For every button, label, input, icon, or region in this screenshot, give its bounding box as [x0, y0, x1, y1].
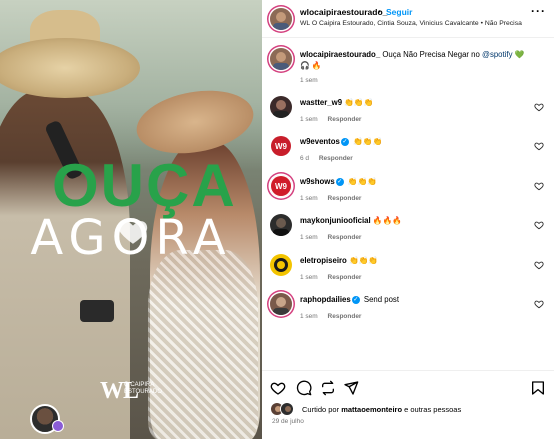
comment-line: w9eventos ✓ 👏👏👏	[300, 137, 382, 146]
wl-logo-subtitle: O CAIPIRA ESTOURADO	[124, 382, 162, 395]
comment-avatar[interactable]	[270, 96, 292, 118]
comment-text: 👏👏👏	[348, 256, 379, 265]
comment-text: 👏👏👏	[347, 177, 377, 186]
caption-mention[interactable]: @spotify	[482, 50, 512, 59]
comment-meta: 1 sem Responder	[300, 313, 369, 320]
comment-item: wastter_w9 👏👏👏 1 sem Responder	[262, 96, 554, 135]
comment-item: W9 w9eventos ✓ 👏👏👏 6 d Responder	[262, 135, 554, 174]
comment-time: 1 sem	[300, 234, 318, 241]
comment-item: raphopdailies ✓ Send post 1 sem Responder	[262, 293, 554, 332]
comment-username[interactable]: wastter_w9	[300, 98, 342, 107]
like-comment-heart-icon[interactable]	[534, 102, 544, 112]
like-comment-heart-icon[interactable]	[534, 220, 544, 230]
like-comment-heart-icon[interactable]	[534, 299, 544, 309]
post-header: wlocaipiraestourado_ • Seguir WL O Caipi…	[262, 0, 554, 38]
author-username[interactable]: wlocaipiraestourado_	[300, 7, 387, 17]
caption-author-avatar[interactable]	[270, 48, 292, 70]
reply-button[interactable]: Responder	[328, 274, 362, 281]
comment-bubble-icon[interactable]	[296, 380, 312, 396]
post-media[interactable]: OUÇA AGORA WL O CAIPIRA ESTOURADO	[0, 0, 262, 439]
caption-username[interactable]: wlocaipiraestourado_	[300, 50, 380, 59]
comment-line: wastter_w9 👏👏👏	[300, 98, 373, 107]
comment-meta: 1 sem Responder	[300, 116, 369, 123]
comment-time: 1 sem	[300, 195, 318, 202]
comment-avatar[interactable]	[270, 293, 292, 315]
comment-text: 👏👏👏	[353, 137, 383, 146]
comment-text: 🔥🔥🔥	[372, 216, 402, 225]
media-dress-pattern	[148, 250, 258, 439]
overlay-title-top: OUÇA	[52, 152, 237, 219]
comment-avatar[interactable]: W9	[270, 175, 292, 197]
verified-badge-icon: ✓	[351, 295, 360, 304]
comment-line: w9shows ✓ 👏👏👏	[300, 177, 377, 186]
comment-avatar[interactable]: W9	[270, 135, 292, 157]
svg-text:W9: W9	[275, 142, 288, 151]
liked-by-text: Curtido por mattaoemonteiro e outras pes…	[302, 405, 461, 414]
comment-meta: 1 sem Responder	[300, 195, 369, 202]
author-avatar[interactable]	[270, 8, 292, 30]
comment-line: maykonjuniooficial 🔥🔥🔥	[300, 216, 402, 225]
verified-badge-icon: ✓	[340, 137, 349, 146]
save-bookmark-icon[interactable]	[530, 380, 546, 396]
comment-meta: 1 sem Responder	[300, 274, 369, 281]
reply-button[interactable]: Responder	[328, 234, 362, 241]
verified-badge-icon: ✓	[335, 177, 344, 186]
comment-item: eletropiseiro 👏👏👏 1 sem Responder	[262, 254, 554, 293]
svg-text:W9: W9	[275, 182, 288, 191]
comment-meta: 1 sem Responder	[300, 234, 369, 241]
comment-line: eletropiseiro 👏👏👏	[300, 256, 378, 265]
comment-avatar[interactable]	[270, 214, 292, 236]
separator-dot: •	[378, 7, 381, 16]
comment-username[interactable]: w9shows	[300, 177, 335, 186]
post-date: 29 de julho	[272, 418, 304, 425]
post-sidebar: wlocaipiraestourado_ • Seguir WL O Caipi…	[262, 0, 554, 439]
reply-button[interactable]: Responder	[319, 155, 353, 162]
comment-time: 1 sem	[300, 313, 318, 320]
like-comment-heart-icon[interactable]	[534, 260, 544, 270]
liked-by-suffix[interactable]: e outras pessoas	[402, 405, 461, 414]
comment-username[interactable]: eletropiseiro	[300, 256, 347, 265]
like-comment-heart-icon[interactable]	[534, 181, 544, 191]
share-paper-plane-icon[interactable]	[343, 380, 359, 396]
tagged-user-avatar[interactable]	[30, 404, 64, 434]
comment-meta: 6 d Responder	[300, 155, 361, 162]
comment-avatar[interactable]	[270, 254, 292, 276]
caption-emoji: 💚	[514, 50, 525, 59]
repost-icon[interactable]	[320, 380, 336, 396]
follow-button[interactable]: Seguir	[386, 7, 412, 17]
comment-time: 6 d	[300, 155, 310, 162]
caption-text: wlocaipiraestourado_ Ouça Não Precisa Ne…	[300, 49, 540, 71]
post-caption: wlocaipiraestourado_ Ouça Não Precisa Ne…	[262, 46, 554, 88]
instagram-post-window: OUÇA AGORA WL O CAIPIRA ESTOURADO wlocai…	[0, 0, 554, 439]
comment-username[interactable]: raphopdailies	[300, 295, 351, 304]
liked-by-prefix: Curtido por	[302, 405, 342, 414]
comment-line: raphopdailies ✓ Send post	[300, 295, 399, 304]
comment-time: 1 sem	[300, 116, 318, 123]
caption-line2: 🎧 🔥	[300, 61, 322, 70]
reply-button[interactable]: Responder	[328, 116, 362, 123]
reply-button[interactable]: Responder	[328, 195, 362, 202]
overlay-heart-icon	[118, 221, 148, 244]
comment-username[interactable]: maykonjuniooficial	[300, 216, 371, 225]
caption-body: Ouça Não Precisa Negar no	[382, 50, 483, 59]
tag-indicator-icon	[52, 420, 64, 432]
comment-text: Send post	[363, 295, 399, 304]
comment-item: W9 w9shows ✓ 👏👏👏 1 sem Responder	[262, 175, 554, 214]
like-comment-heart-icon[interactable]	[534, 141, 544, 151]
comment-time: 1 sem	[300, 274, 318, 281]
liker-avatar[interactable]	[280, 402, 294, 416]
comment-text: 👏👏👏	[344, 98, 374, 107]
more-options-icon[interactable]: ···	[531, 4, 546, 18]
comment-item: maykonjuniooficial 🔥🔥🔥 1 sem Responder	[262, 214, 554, 253]
reply-button[interactable]: Responder	[328, 313, 362, 320]
liked-by-user[interactable]: mattaoemonteiro	[341, 405, 402, 414]
media-camera-shape	[80, 300, 114, 322]
post-audio-subtitle[interactable]: WL O Caipira Estourado, Cintia Souza, Vi…	[300, 20, 522, 27]
caption-timestamp: 1 sem	[300, 77, 318, 84]
comment-username[interactable]: w9eventos	[300, 137, 340, 146]
like-heart-icon[interactable]	[270, 380, 286, 396]
